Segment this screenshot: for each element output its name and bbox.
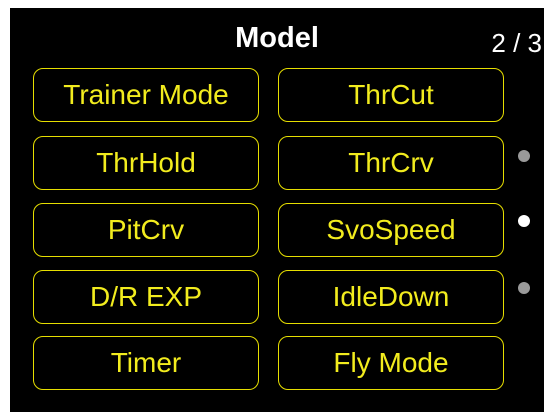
thr-hold-button[interactable]: ThrHold (33, 136, 259, 190)
fly-mode-button[interactable]: Fly Mode (278, 336, 504, 390)
svo-speed-button[interactable]: SvoSpeed (278, 203, 504, 257)
page-dot-1[interactable] (518, 150, 530, 162)
page-dot-2[interactable] (518, 215, 530, 227)
page-indicator: 2 / 3 (491, 28, 542, 58)
thr-crv-button[interactable]: ThrCrv (278, 136, 504, 190)
dr-exp-button[interactable]: D/R EXP (33, 270, 259, 324)
page-dot-3[interactable] (518, 282, 530, 294)
model-menu-screen: Model 2 / 3 Trainer Mode ThrHold PitCrv … (10, 8, 544, 412)
trainer-mode-button[interactable]: Trainer Mode (33, 68, 259, 122)
pit-crv-button[interactable]: PitCrv (33, 203, 259, 257)
page-title: Model (235, 22, 319, 54)
thr-cut-button[interactable]: ThrCut (278, 68, 504, 122)
timer-button[interactable]: Timer (33, 336, 259, 390)
idle-down-button[interactable]: IdleDown (278, 270, 504, 324)
